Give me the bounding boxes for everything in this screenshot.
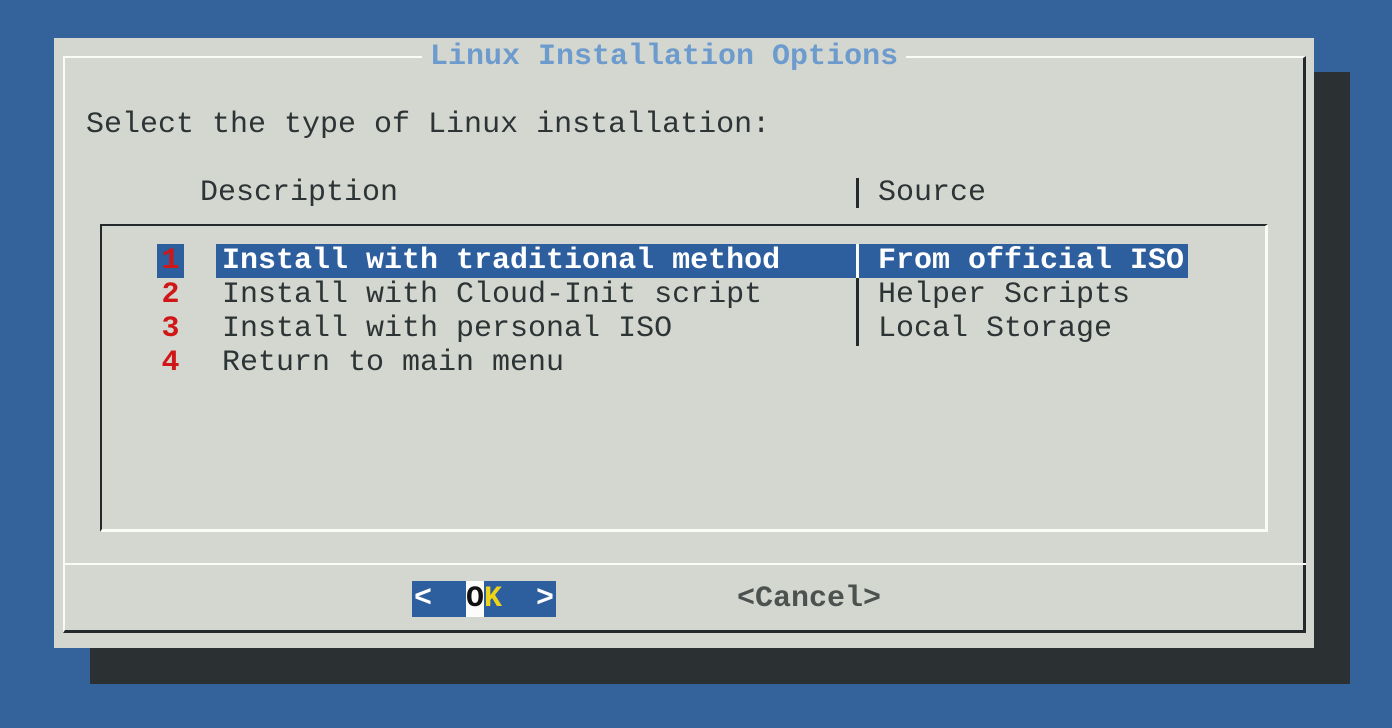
column-header-description: Description (200, 176, 398, 210)
ok-bracket-right: > (536, 581, 554, 617)
item-source: Helper Scripts (878, 278, 1130, 312)
item-tag: 4 (157, 346, 184, 380)
item-band: Return to main menu (216, 346, 860, 380)
item-tag: 2 (157, 278, 184, 312)
item-description: Install with traditional method (216, 244, 856, 278)
row-separator-line (856, 312, 859, 346)
ok-button[interactable]: < O K > (412, 581, 556, 617)
item-column-separator (856, 244, 878, 278)
menu-item-2[interactable]: 2 Install with Cloud-Init script Helper Sc… (102, 278, 1265, 312)
dialog-window: Linux Installation Options Select the ty… (54, 38, 1314, 648)
column-separator-line (856, 178, 859, 208)
terminal-screen: Linux Installation Options Select the ty… (0, 0, 1392, 728)
column-header-source: Source (878, 176, 986, 210)
item-description: Install with Cloud-Init script (216, 278, 856, 312)
buttons-separator-line (63, 563, 1306, 565)
row-separator-line (856, 244, 859, 278)
menu-listbox: 1 Install with traditional method From off… (100, 224, 1268, 532)
item-column-separator (856, 278, 878, 312)
row-separator-line (856, 278, 859, 312)
item-column-separator (856, 312, 878, 346)
item-band: Install with traditional method From offi… (216, 244, 1188, 278)
item-band: Install with personal ISO Local Storage (216, 312, 1116, 346)
item-band: Install with Cloud-Init script Helper Scr… (216, 278, 1134, 312)
item-tag: 1 (157, 244, 184, 278)
item-tag: 3 (157, 312, 184, 346)
menu-item-4[interactable]: 4 Return to main menu (102, 346, 1265, 380)
dialog-title: Linux Installation Options (422, 40, 906, 74)
item-source: Local Storage (878, 312, 1112, 346)
item-description: Return to main menu (216, 346, 856, 380)
menu-item-1[interactable]: 1 Install with traditional method From off… (102, 244, 1265, 278)
item-source: From official ISO (878, 244, 1184, 278)
ok-cursor-block: O (466, 581, 484, 617)
ok-hotkey-letter: K (484, 581, 502, 617)
item-description: Install with personal ISO (216, 312, 856, 346)
prompt-text: Select the type of Linux installation: (86, 108, 770, 142)
ok-bracket-left: < (414, 581, 432, 617)
cancel-button[interactable]: <Cancel> (737, 581, 881, 617)
menu-item-3[interactable]: 3 Install with personal ISO Local Storage (102, 312, 1265, 346)
